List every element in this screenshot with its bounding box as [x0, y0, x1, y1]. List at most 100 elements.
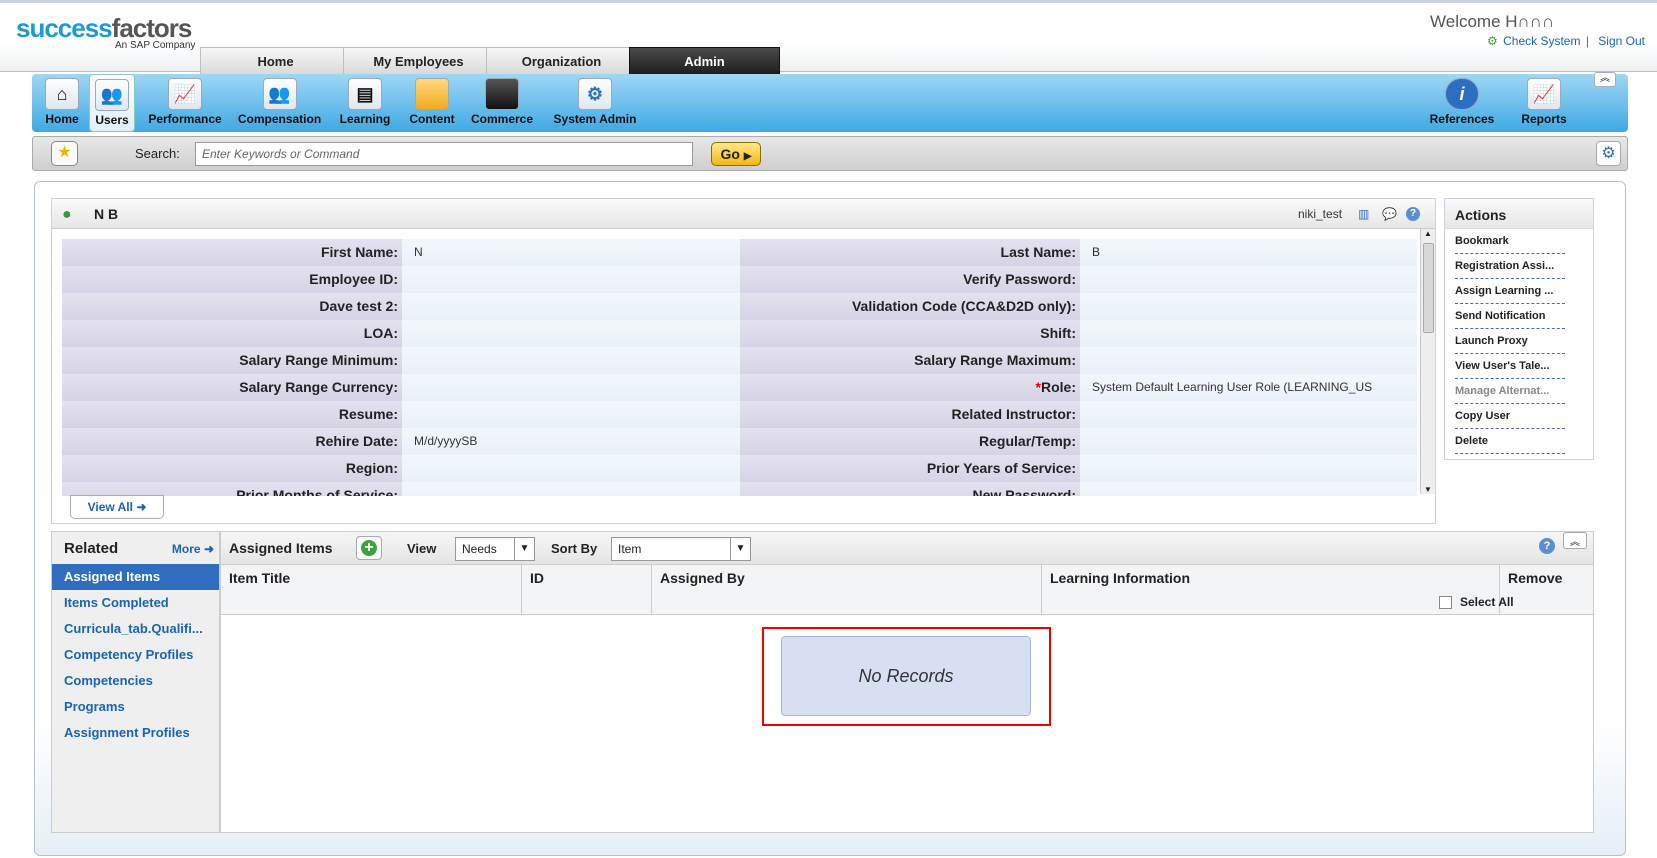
check-system-link[interactable]: Check System [1503, 34, 1580, 48]
view-select[interactable]: Needs ▼ [455, 537, 535, 561]
field-value[interactable] [402, 266, 740, 293]
action-item[interactable]: Registration Assi... [1455, 254, 1565, 279]
profile-name: N B [94, 206, 119, 222]
field-value[interactable] [1080, 401, 1417, 428]
action-item[interactable]: Bookmark [1455, 229, 1565, 254]
field-value[interactable] [1080, 455, 1417, 482]
field-value[interactable] [402, 401, 740, 428]
action-item[interactable]: Assign Learning ... [1455, 279, 1565, 304]
collapse-panel-button[interactable]: ︽ [1563, 532, 1587, 549]
field-label: *Role: [740, 374, 1080, 401]
related-item[interactable]: Curricula_tab.Qualifi... [52, 616, 219, 642]
related-item[interactable]: Assignment Profiles [52, 720, 219, 746]
profile-field-row: Resume: Related Instructor: [62, 401, 1417, 428]
sort-select[interactable]: Item ▼ [611, 537, 751, 561]
profile-field-row: Salary Range Currency: *Role: System Defau… [62, 374, 1417, 401]
checkbox-icon[interactable] [1439, 596, 1452, 610]
field-value[interactable]: B [1080, 239, 1417, 266]
go-button[interactable]: Go ▶ [711, 142, 761, 166]
action-item[interactable]: Copy User [1455, 404, 1565, 429]
field-value[interactable] [402, 482, 740, 496]
action-item[interactable]: Launch Proxy [1455, 329, 1565, 354]
related-item[interactable]: Competencies [52, 668, 219, 694]
field-value[interactable] [402, 347, 740, 374]
module-users[interactable]: 👥 Users [89, 74, 135, 132]
house-icon: ⌂ [45, 78, 79, 110]
settings-gear-icon[interactable]: ⚙ [1596, 141, 1621, 166]
related-item[interactable]: Programs [52, 694, 219, 720]
related-item[interactable]: Assigned Items [52, 564, 219, 590]
field-value[interactable]: M/d/yyyySB [402, 428, 740, 455]
module-references[interactable]: i References [1424, 74, 1500, 132]
chevron-up-icon: ︽ [1600, 73, 1610, 84]
module-learning[interactable]: ▤ Learning [337, 74, 393, 132]
field-value[interactable] [1080, 347, 1417, 374]
help-icon[interactable]: ? [1406, 207, 1420, 221]
comment-icon[interactable]: 💬 [1382, 207, 1397, 221]
related-title: Related [64, 540, 119, 557]
field-label: Prior Months of Service: [62, 482, 402, 496]
module-compensation[interactable]: 👥 Compensation [237, 74, 322, 132]
related-item[interactable]: Items Completed [52, 590, 219, 616]
action-item[interactable]: Send Notification [1455, 304, 1565, 329]
select-all-checkbox[interactable]: Select All [1439, 595, 1514, 610]
field-value[interactable] [1080, 320, 1417, 347]
scroll-down-icon[interactable]: ▼ [1424, 485, 1432, 494]
tab-home[interactable]: Home [200, 47, 351, 75]
module-content[interactable]: Content [404, 74, 460, 132]
search-input[interactable]: Enter Keywords or Command [195, 142, 693, 166]
module-performance[interactable]: 📈 Performance [142, 74, 228, 132]
action-item[interactable]: Delete [1455, 429, 1565, 454]
collapse-toolbar-button[interactable]: ︽ [1594, 72, 1616, 87]
field-value[interactable] [402, 293, 740, 320]
scrollbar-thumb[interactable] [1423, 243, 1434, 333]
field-value[interactable] [402, 320, 740, 347]
layout-icon[interactable]: ▥ [1358, 207, 1369, 221]
field-value[interactable] [1080, 266, 1417, 293]
tab-my-employees[interactable]: My Employees [343, 47, 494, 75]
field-value[interactable] [1080, 428, 1417, 455]
field-label: Salary Range Maximum: [740, 347, 1080, 374]
field-label: Salary Range Currency: [62, 374, 402, 401]
help-icon[interactable]: ? [1539, 538, 1555, 554]
module-system-admin[interactable]: ⚙ System Admin [545, 74, 645, 132]
actions-panel: Actions Bookmark Registration Assi... Assi… [1444, 198, 1594, 460]
tab-admin[interactable]: Admin [629, 47, 780, 75]
assigned-title: Assigned Items [229, 540, 333, 556]
sign-out-link[interactable]: Sign Out [1598, 34, 1645, 48]
col-learning-information[interactable]: Learning Information [1042, 565, 1500, 615]
field-value[interactable] [1080, 482, 1417, 496]
profile-scrollbar[interactable]: ▲ ▼ [1420, 229, 1435, 494]
add-item-button[interactable]: + [356, 536, 382, 560]
info-icon: i [1445, 78, 1479, 110]
user-profile-panel: ● N B niki_test ▥ 💬 ? First Name: N Last N… [51, 198, 1436, 524]
col-assigned-by[interactable]: Assigned By [652, 565, 1042, 615]
module-commerce[interactable]: Commerce [468, 74, 536, 132]
more-link[interactable]: More ➜ [172, 542, 214, 556]
related-item[interactable]: Competency Profiles [52, 642, 219, 668]
field-value[interactable] [402, 374, 740, 401]
field-label: Validation Code (CCA&D2D only): [740, 293, 1080, 320]
col-item-title[interactable]: Item Title [221, 565, 522, 615]
scroll-up-icon[interactable]: ▲ [1421, 229, 1435, 238]
field-value[interactable] [1080, 293, 1417, 320]
profile-field-row: First Name: N Last Name: B [62, 239, 1417, 266]
related-panel: Related More ➜ Assigned Items Items Compl… [51, 531, 220, 833]
field-label: Verify Password: [740, 266, 1080, 293]
sort-label: Sort By [551, 541, 598, 556]
view-all-button[interactable]: View All ➜ [70, 495, 164, 519]
field-label: Prior Years of Service: [740, 455, 1080, 482]
field-value[interactable]: System Default Learning User Role (LEARN… [1080, 374, 1417, 401]
col-id[interactable]: ID [522, 565, 652, 615]
field-label: Region: [62, 455, 402, 482]
person-icon: ● [62, 206, 72, 223]
field-value[interactable]: N [402, 239, 740, 266]
tab-organization[interactable]: Organization [486, 47, 637, 75]
favorites-star-icon[interactable]: ★ [51, 141, 78, 166]
module-home[interactable]: ⌂ Home [38, 74, 86, 132]
action-item[interactable]: View User's Tale... [1455, 354, 1565, 379]
module-reports[interactable]: 📈 Reports [1516, 74, 1572, 132]
field-label: Related Instructor: [740, 401, 1080, 428]
field-value[interactable] [402, 455, 740, 482]
folder-icon [415, 78, 449, 110]
